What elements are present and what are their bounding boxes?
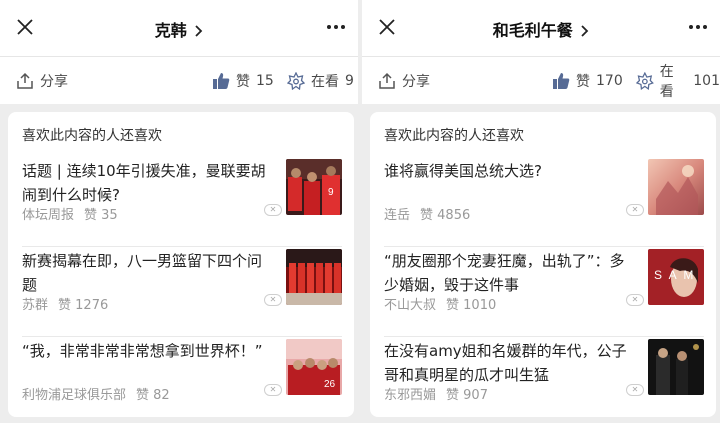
list-item[interactable]: 在没有amy姐和名媛群的年代，公子哥和真明星的瓜才叫生猛 东邪西媚赞 907 ✕ [384, 339, 704, 423]
thumbnail-image: S A M [648, 249, 704, 305]
item-source: 苏群 [22, 298, 49, 313]
share-label: 分享 [40, 74, 68, 90]
thumbs-up-icon [213, 73, 230, 89]
dismiss-x-icon[interactable]: ✕ [626, 384, 644, 396]
account-name[interactable]: 和毛利午餐 [493, 21, 573, 40]
item-meta: 连岳赞 4856 [384, 204, 470, 223]
item-meta: 不山大叔赞 1010 [384, 294, 496, 313]
dismiss-x-icon[interactable]: ✕ [264, 294, 282, 306]
share-button[interactable]: 分享 [16, 70, 68, 92]
item-likes: 赞 1010 [446, 298, 497, 313]
item-title: 谁将赢得美国总统大选? [384, 162, 542, 180]
watching-button[interactable]: 在看 9 [287, 70, 354, 92]
divider [384, 336, 704, 337]
item-title: 新赛揭幕在即，八一男篮留下四个问题 [22, 252, 263, 294]
right-panel: 和毛利午餐 分享 赞 170 在看 101 喜欢此内容的人还喜欢 谁将赢得美国总… [362, 0, 720, 423]
share-button[interactable]: 分享 [378, 70, 430, 92]
thumbnail-image [286, 249, 342, 305]
item-meta: 利物浦足球俱乐部赞 82 [22, 384, 170, 403]
item-source: 东邪西媚 [384, 388, 437, 403]
divider [22, 336, 342, 337]
item-title: 在没有amy姐和名媛群的年代，公子哥和真明星的瓜才叫生猛 [384, 342, 627, 384]
svg-text:26: 26 [324, 379, 336, 390]
watching-icon [287, 72, 305, 90]
thumbnail-image [648, 159, 704, 215]
recommend-card: 喜欢此内容的人还喜欢 谁将赢得美国总统大选? 连岳赞 4856 ✕ “朋友圈那个… [370, 112, 716, 417]
like-label: 赞 [236, 74, 250, 90]
watching-icon [636, 72, 654, 90]
list-item[interactable]: 话题 | 连续10年引援失准，曼联要胡闹到什么时候? 体坛周报赞 35 ✕ 9 [22, 159, 342, 247]
like-count: 15 [256, 73, 274, 89]
item-source: 连岳 [384, 208, 411, 223]
thumbnail-image: 9 [286, 159, 342, 215]
account-title[interactable]: 和毛利午餐 [362, 17, 720, 41]
item-title: “我，非常非常非常想拿到世界杯！” [22, 342, 263, 360]
svg-text:S A M: S A M [654, 268, 695, 282]
right-action-bar: 分享 赞 170 在看 101 [362, 56, 720, 104]
list-item[interactable]: “朋友圈那个宠妻狂魔，出轨了”：多少婚姻，毁于这件事 不山大叔赞 1010 ✕ … [384, 249, 704, 337]
item-meta: 东邪西媚赞 907 [384, 384, 488, 403]
divider [384, 246, 704, 247]
thumbnail-image: 26 [286, 339, 342, 395]
right-top-bar: 和毛利午餐 [362, 0, 720, 56]
divider [22, 246, 342, 247]
chevron-right-icon [195, 25, 203, 37]
like-label: 赞 [576, 74, 590, 90]
item-likes: 赞 82 [136, 388, 170, 403]
screenshot: 克韩 分享 赞 15 在看 9 喜欢此内容的人还喜欢 话题 | 连续10年引援失… [0, 0, 720, 423]
left-top-bar: 克韩 [0, 0, 358, 56]
more-dots-icon[interactable] [326, 18, 346, 36]
item-likes: 赞 907 [446, 388, 488, 403]
watching-count: 101 [693, 73, 720, 89]
item-source: 不山大叔 [384, 298, 437, 313]
item-source: 利物浦足球俱乐部 [22, 388, 127, 403]
item-source: 体坛周报 [22, 208, 75, 223]
share-icon [379, 72, 395, 89]
item-likes: 赞 35 [84, 208, 118, 223]
like-count: 170 [596, 73, 623, 89]
watching-label: 在看 [311, 74, 339, 90]
thumbnail-image [648, 339, 704, 395]
dismiss-x-icon[interactable]: ✕ [626, 294, 644, 306]
section-title: 喜欢此内容的人还喜欢 [22, 128, 162, 144]
item-meta: 苏群赞 1276 [22, 294, 108, 313]
dismiss-x-icon[interactable]: ✕ [264, 204, 282, 216]
item-title: “朋友圈那个宠妻狂魔，出轨了”：多少婚姻，毁于这件事 [384, 252, 625, 294]
share-icon [17, 72, 33, 89]
svg-text:9: 9 [328, 187, 334, 198]
item-likes: 赞 1276 [58, 298, 109, 313]
left-action-bar: 分享 赞 15 在看 9 [0, 56, 358, 104]
list-item[interactable]: 谁将赢得美国总统大选? 连岳赞 4856 ✕ [384, 159, 704, 247]
dismiss-x-icon[interactable]: ✕ [626, 204, 644, 216]
item-title: 话题 | 连续10年引援失准，曼联要胡闹到什么时候? [22, 162, 266, 204]
dismiss-x-icon[interactable]: ✕ [264, 384, 282, 396]
account-title[interactable]: 克韩 [0, 17, 358, 41]
watching-label: 在看 [659, 64, 674, 100]
left-panel: 克韩 分享 赞 15 在看 9 喜欢此内容的人还喜欢 话题 | 连续10年引援失… [0, 0, 358, 423]
share-label: 分享 [402, 74, 430, 90]
chevron-right-icon [581, 25, 589, 37]
section-title: 喜欢此内容的人还喜欢 [384, 128, 524, 144]
item-likes: 赞 4856 [420, 208, 471, 223]
list-item[interactable]: “我，非常非常非常想拿到世界杯！” 利物浦足球俱乐部赞 82 ✕ 26 [22, 339, 342, 423]
account-name[interactable]: 克韩 [155, 21, 187, 40]
like-button[interactable]: 赞 15 [212, 70, 274, 92]
more-dots-icon[interactable] [688, 18, 708, 36]
recommend-card: 喜欢此内容的人还喜欢 话题 | 连续10年引援失准，曼联要胡闹到什么时候? 体坛… [8, 112, 354, 417]
like-button[interactable]: 赞 170 [552, 70, 623, 92]
list-item[interactable]: 新赛揭幕在即，八一男篮留下四个问题 苏群赞 1276 ✕ [22, 249, 342, 337]
watching-count: 9 [345, 73, 354, 89]
thumbs-up-icon [553, 73, 570, 89]
item-meta: 体坛周报赞 35 [22, 204, 118, 223]
watching-button[interactable]: 在看 101 [636, 64, 720, 100]
